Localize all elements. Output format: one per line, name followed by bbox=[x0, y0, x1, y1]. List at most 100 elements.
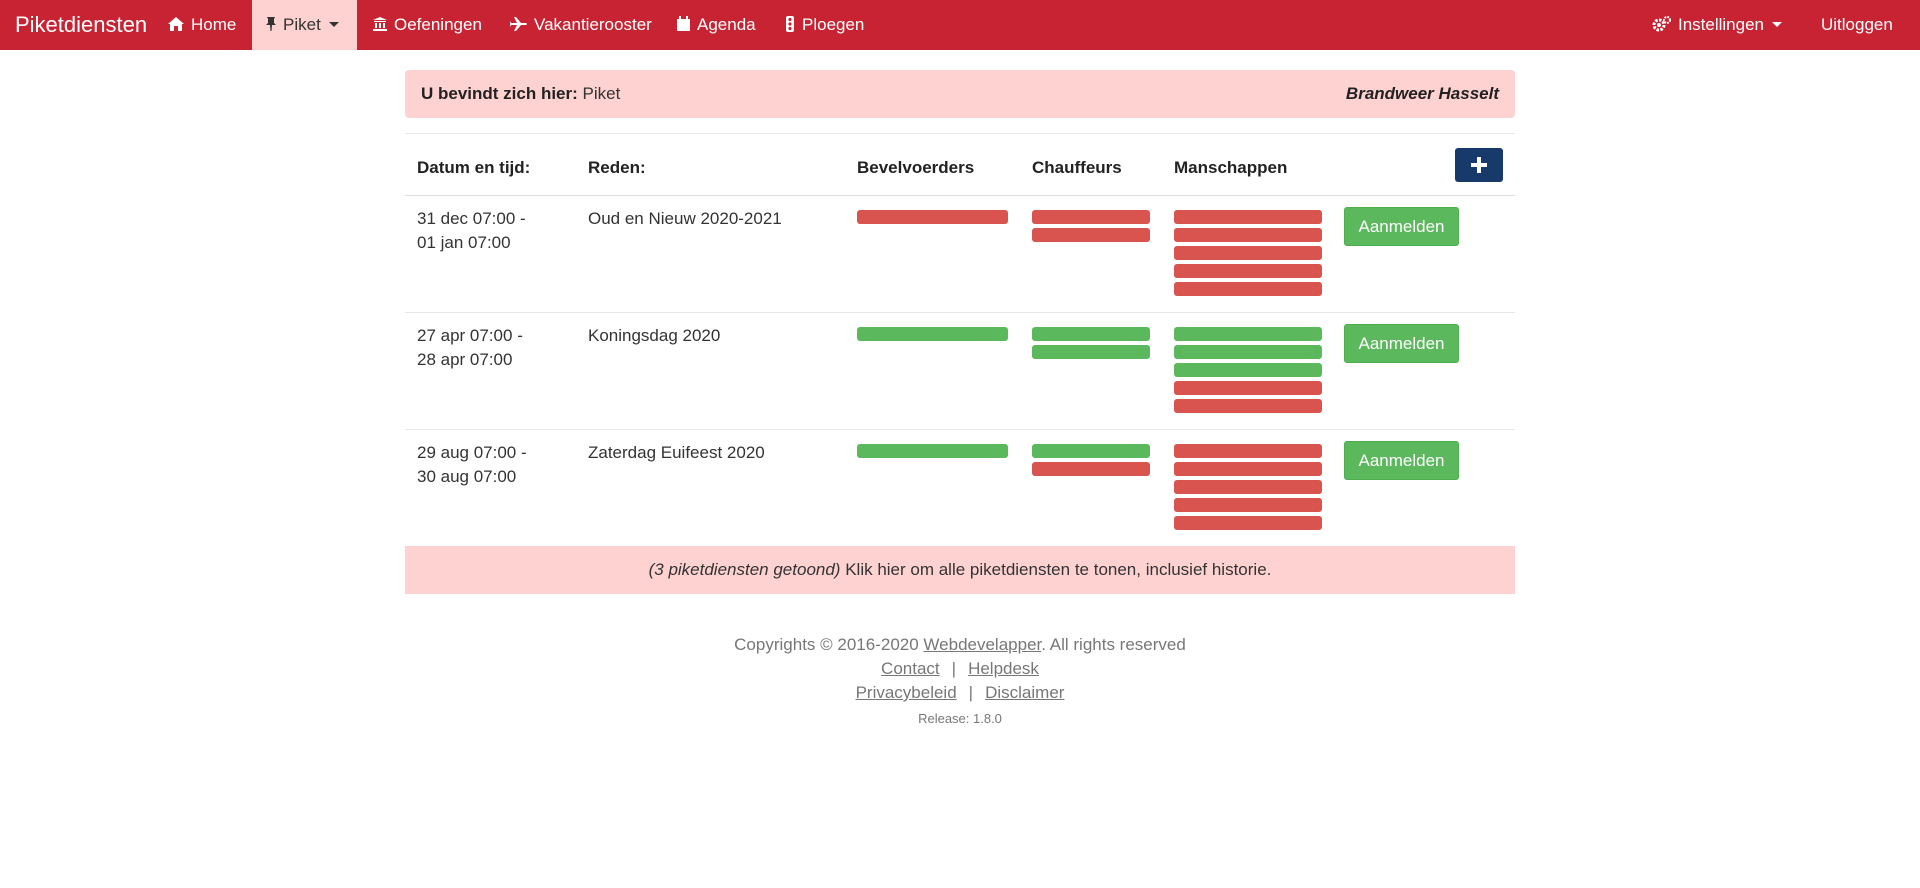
chevron-down-icon bbox=[1772, 22, 1783, 27]
header-reden: Reden: bbox=[588, 158, 646, 177]
nav-instellingen[interactable]: Instellingen bbox=[1652, 0, 1783, 50]
contact-link[interactable]: Contact bbox=[881, 659, 940, 678]
open-slot-bar bbox=[1174, 444, 1322, 458]
release-version: Release: 1.8.0 bbox=[918, 711, 1002, 726]
filled-slot-bar bbox=[857, 327, 1008, 341]
footer-links-1: Contact | Helpdesk bbox=[0, 659, 1920, 679]
privacy-link[interactable]: Privacybeleid bbox=[856, 683, 957, 702]
nav-ploegen[interactable]: Ploegen bbox=[784, 0, 864, 50]
bank-icon bbox=[373, 17, 387, 31]
nav-oefeningen[interactable]: Oefeningen bbox=[372, 0, 482, 50]
chevron-down-icon bbox=[328, 22, 339, 27]
gears-icon bbox=[1652, 16, 1671, 32]
date-end: 28 apr 07:00 bbox=[417, 350, 513, 369]
header-bevelvoerders: Bevelvoerders bbox=[857, 158, 975, 177]
shown-count: (3 piketdiensten getoond) bbox=[648, 560, 841, 579]
reason-cell: Oud en Nieuw 2020-2021 bbox=[588, 209, 782, 228]
nav-oefeningen-label: Oefeningen bbox=[394, 15, 482, 34]
nav-vakantierooster[interactable]: Vakantierooster bbox=[510, 0, 652, 50]
header-datum: Datum en tijd: bbox=[417, 158, 531, 177]
filled-slot-bar bbox=[1174, 345, 1322, 359]
filled-slot-bar bbox=[1174, 363, 1322, 377]
bevelvoerders-slots bbox=[857, 327, 1008, 345]
open-slot-bar bbox=[1032, 462, 1150, 476]
open-slot-bar bbox=[1174, 246, 1322, 260]
company-link[interactable]: Webdevelapper bbox=[923, 635, 1041, 654]
nav-agenda[interactable]: Agenda bbox=[676, 0, 756, 50]
date-cell: 31 dec 07:00 - 01 jan 07:00 bbox=[417, 207, 526, 255]
nav-instellingen-label: Instellingen bbox=[1678, 15, 1765, 34]
logout-link[interactable]: Uitloggen bbox=[1821, 0, 1893, 50]
manschappen-slots bbox=[1174, 210, 1322, 300]
calendar-icon bbox=[677, 16, 690, 31]
chauffeurs-slots bbox=[1032, 210, 1150, 246]
open-slot-bar bbox=[1174, 264, 1322, 278]
reason-cell: Koningsdag 2020 bbox=[588, 326, 721, 345]
date-start: 27 apr 07:00 - bbox=[417, 326, 523, 345]
open-slot-bar bbox=[1032, 210, 1150, 224]
open-slot-bar bbox=[1174, 480, 1322, 494]
filled-slot-bar bbox=[1032, 444, 1150, 458]
aanmelden-button[interactable]: Aanmelden bbox=[1344, 324, 1459, 363]
header-chauffeurs: Chauffeurs bbox=[1032, 158, 1122, 177]
breadcrumb-prefix: U bevindt zich hier: bbox=[421, 84, 578, 103]
aanmelden-button[interactable]: Aanmelden bbox=[1344, 207, 1459, 246]
manschappen-slots bbox=[1174, 444, 1322, 534]
disclaimer-link[interactable]: Disclaimer bbox=[985, 683, 1064, 702]
filled-slot-bar bbox=[857, 444, 1008, 458]
separator: | bbox=[951, 659, 957, 678]
home-icon bbox=[168, 17, 184, 31]
date-start: 31 dec 07:00 - bbox=[417, 209, 526, 228]
date-end: 01 jan 07:00 bbox=[417, 233, 511, 252]
show-all-link[interactable]: (3 piketdiensten getoond) Klik hier om a… bbox=[405, 546, 1515, 594]
helpdesk-link[interactable]: Helpdesk bbox=[968, 659, 1039, 678]
open-slot-bar bbox=[1174, 399, 1322, 413]
date-end: 30 aug 07:00 bbox=[417, 467, 517, 486]
table-header: Datum en tijd: Reden: Bevelvoerders Chau… bbox=[405, 133, 1515, 196]
top-navbar: Piketdiensten Home Piket Oefeningen Vaka… bbox=[0, 0, 1920, 50]
nav-home-label: Home bbox=[191, 15, 237, 34]
open-slot-bar bbox=[1032, 228, 1150, 242]
manschappen-slots bbox=[1174, 327, 1322, 417]
open-slot-bar bbox=[1174, 381, 1322, 395]
breadcrumb: U bevindt zich hier: Piket Brandweer Has… bbox=[405, 70, 1515, 118]
table-row: 31 dec 07:00 - 01 jan 07:00 Oud en Nieuw 2… bbox=[405, 195, 1515, 313]
filled-slot-bar bbox=[1032, 345, 1150, 359]
open-slot-bar bbox=[1174, 498, 1322, 512]
bevelvoerders-slots bbox=[857, 444, 1008, 462]
open-slot-bar bbox=[857, 210, 1008, 224]
plus-icon bbox=[1471, 157, 1487, 173]
copyright: Copyrights © 2016-2020 Webdevelapper. Al… bbox=[0, 635, 1920, 655]
table-row: 29 aug 07:00 - 30 aug 07:00 Zaterdag Euife… bbox=[405, 429, 1515, 547]
open-slot-bar bbox=[1174, 210, 1322, 224]
date-cell: 27 apr 07:00 - 28 apr 07:00 bbox=[417, 324, 523, 372]
filled-slot-bar bbox=[1032, 327, 1150, 341]
show-all-text: Klik hier om alle piketdiensten te tonen… bbox=[845, 560, 1272, 579]
nav-piket[interactable]: Piket bbox=[252, 0, 357, 50]
add-piket-button[interactable] bbox=[1455, 148, 1503, 182]
pin-icon bbox=[266, 17, 276, 31]
nav-home[interactable]: Home bbox=[167, 0, 236, 50]
copyright-suffix: . All rights reserved bbox=[1041, 635, 1186, 654]
copyright-prefix: Copyrights © 2016-2020 bbox=[734, 635, 919, 654]
date-start: 29 aug 07:00 - bbox=[417, 443, 527, 462]
open-slot-bar bbox=[1174, 282, 1322, 296]
reason-cell: Zaterdag Euifeest 2020 bbox=[588, 443, 765, 462]
aanmelden-button[interactable]: Aanmelden bbox=[1344, 441, 1459, 480]
brand-link[interactable]: Piketdiensten bbox=[15, 0, 147, 50]
chauffeurs-slots bbox=[1032, 444, 1150, 480]
traffic-light-icon bbox=[786, 16, 794, 32]
table-row: 27 apr 07:00 - 28 apr 07:00 Koningsdag 202… bbox=[405, 312, 1515, 430]
nav-agenda-label: Agenda bbox=[697, 15, 756, 34]
nav-vakantierooster-label: Vakantierooster bbox=[534, 15, 652, 34]
footer-links-2: Privacybeleid | Disclaimer bbox=[0, 683, 1920, 703]
header-manschappen: Manschappen bbox=[1174, 158, 1288, 177]
chauffeurs-slots bbox=[1032, 327, 1150, 363]
open-slot-bar bbox=[1174, 228, 1322, 242]
separator: | bbox=[968, 683, 974, 702]
organisation-name: Brandweer Hasselt bbox=[1345, 84, 1499, 103]
open-slot-bar bbox=[1174, 462, 1322, 476]
breadcrumb-current: Piket bbox=[582, 84, 621, 103]
filled-slot-bar bbox=[1174, 327, 1322, 341]
open-slot-bar bbox=[1174, 516, 1322, 530]
